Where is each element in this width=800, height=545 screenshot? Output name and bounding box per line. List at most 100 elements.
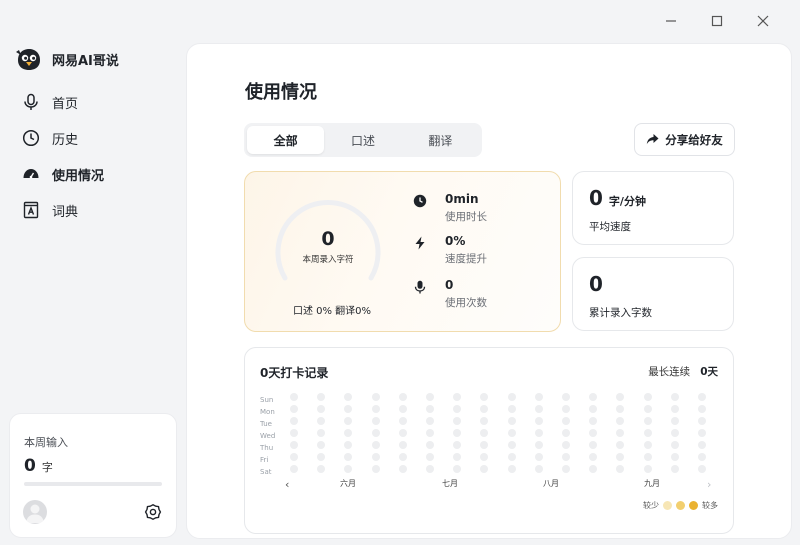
checkin-day-cell — [562, 405, 570, 413]
checkin-day-cell — [290, 429, 298, 437]
checkin-day-cell — [426, 429, 434, 437]
close-icon — [757, 15, 769, 27]
calendar-legend: 较少 较多 — [643, 500, 718, 511]
metric-speedup: 0% 速度提升 — [413, 234, 487, 266]
checkin-day-cell — [398, 453, 407, 461]
checkin-day-cell — [371, 453, 380, 461]
checkin-day-cell — [616, 465, 625, 473]
checkin-day-cell — [480, 417, 489, 425]
tab-translation[interactable]: 翻译 — [402, 126, 479, 154]
checkin-day-cell — [453, 429, 462, 437]
tab-all[interactable]: 全部 — [247, 126, 325, 154]
minimize-button[interactable] — [648, 10, 694, 32]
weekly-stats-card: 0 本周录入字符 口述 0% 翻译0% 0min 使用时长 0% 速度提升 0 … — [244, 171, 561, 332]
checkin-day-cell — [507, 417, 516, 425]
settings-button[interactable] — [144, 503, 162, 521]
checkin-day-cell — [534, 429, 543, 437]
average-speed-top: 0 字/分钟 — [589, 186, 646, 210]
maximize-icon — [711, 15, 723, 27]
window-controls — [648, 10, 786, 32]
calendar-prev-button[interactable]: ‹ — [285, 478, 289, 491]
checkin-day-cell — [453, 405, 462, 413]
checkin-day-cell — [589, 465, 598, 473]
mode-split-text: 口述 0% 翻译0% — [292, 306, 372, 317]
checkin-day-cell — [643, 417, 652, 425]
checkin-day-cell — [507, 453, 516, 461]
tab-dictation[interactable]: 口述 — [324, 126, 401, 154]
weekday-label: Sun — [260, 396, 274, 404]
checkin-day-cell — [616, 417, 625, 425]
checkin-day-cell — [371, 405, 380, 413]
sidebar-item-label: 词典 — [52, 204, 79, 220]
checkin-day-cell — [670, 429, 679, 437]
checkin-day-cell — [426, 441, 434, 449]
checkin-day-cell — [562, 393, 570, 401]
clock-icon — [413, 194, 427, 208]
checkin-day-cell — [480, 453, 489, 461]
checkin-day-cell — [317, 465, 326, 473]
sidebar-item-label: 使用情况 — [52, 168, 105, 184]
metric-value: 0min — [445, 192, 479, 206]
app-name: 网易AI哥说 — [52, 53, 119, 69]
checkin-day-cell — [534, 465, 543, 473]
checkin-day-cell — [534, 441, 543, 449]
checkin-day-cell — [344, 417, 353, 425]
main-panel: 使用情况 全部 口述 翻译 分享给好友 0 本周录入字符 口述 0% 翻译0% … — [186, 43, 792, 539]
mic-icon — [414, 280, 426, 294]
metric-label: 速度提升 — [445, 253, 487, 265]
share-button-label: 分享给好友 — [665, 132, 723, 147]
checkin-day-cell — [616, 429, 625, 437]
average-speed-card: 0 字/分钟 平均速度 — [572, 171, 734, 245]
checkin-day-cell — [371, 393, 380, 401]
checkin-day-cell — [453, 441, 462, 449]
checkin-day-cell — [698, 429, 706, 437]
legend-swatch-high — [689, 501, 698, 510]
checkin-day-cell — [670, 405, 679, 413]
checkin-day-cell — [643, 441, 652, 449]
legend-less-label: 较少 — [643, 501, 659, 510]
checkin-day-cell — [670, 453, 679, 461]
checkin-day-cell — [398, 405, 407, 413]
checkin-day-cell — [317, 405, 326, 413]
checkin-day-cell — [616, 405, 625, 413]
checkin-day-cell — [698, 465, 706, 473]
checkin-day-cell — [317, 429, 326, 437]
checkin-day-cell — [290, 393, 298, 401]
longest-streak-value: 0天 — [700, 366, 718, 378]
weekday-label: Tue — [260, 420, 272, 428]
checkin-day-cell — [371, 429, 380, 437]
longest-streak: 最长连续 0天 — [648, 364, 718, 379]
checkin-day-cell — [562, 417, 570, 425]
checkin-day-cell — [562, 465, 570, 473]
lightning-icon — [415, 236, 425, 250]
checkin-day-cell — [643, 465, 652, 473]
maximize-button[interactable] — [694, 10, 740, 32]
checkin-day-cell — [507, 393, 516, 401]
calendar-next-button[interactable]: › — [707, 478, 711, 491]
gauge-value: 0 — [321, 228, 335, 250]
metric-value: 0% — [445, 234, 466, 248]
sidebar-item-history[interactable]: 历史 — [14, 120, 174, 156]
page-title: 使用情况 — [245, 82, 317, 103]
sidebar-item-home[interactable]: 首页 — [14, 84, 174, 120]
gauge-icon — [23, 169, 39, 179]
total-chars-top: 0 — [589, 272, 603, 296]
checkin-day-cell — [426, 453, 434, 461]
avatar[interactable] — [23, 500, 47, 524]
share-button[interactable]: 分享给好友 — [634, 123, 735, 156]
checkin-day-cell — [344, 441, 353, 449]
sidebar-item-dictionary[interactable]: 词典 — [14, 192, 174, 228]
weekday-label: Sat — [260, 468, 272, 476]
average-speed-unit: 字/分钟 — [608, 195, 646, 208]
close-button[interactable] — [740, 10, 786, 32]
longest-streak-label: 最长连续 — [648, 366, 691, 378]
sidebar: 网易AI哥说 首页 历史 使用情况 词典 本周输入 0 字 — [0, 0, 186, 545]
checkin-day-cell — [453, 393, 462, 401]
sidebar-item-usage[interactable]: 使用情况 — [14, 156, 174, 192]
weekday-label: Wed — [260, 432, 276, 440]
checkin-day-cell — [616, 393, 625, 401]
checkin-day-cell — [480, 441, 489, 449]
bird-logo-icon — [16, 49, 40, 70]
legend-swatch-low — [663, 501, 672, 510]
checkin-day-cell — [534, 405, 543, 413]
